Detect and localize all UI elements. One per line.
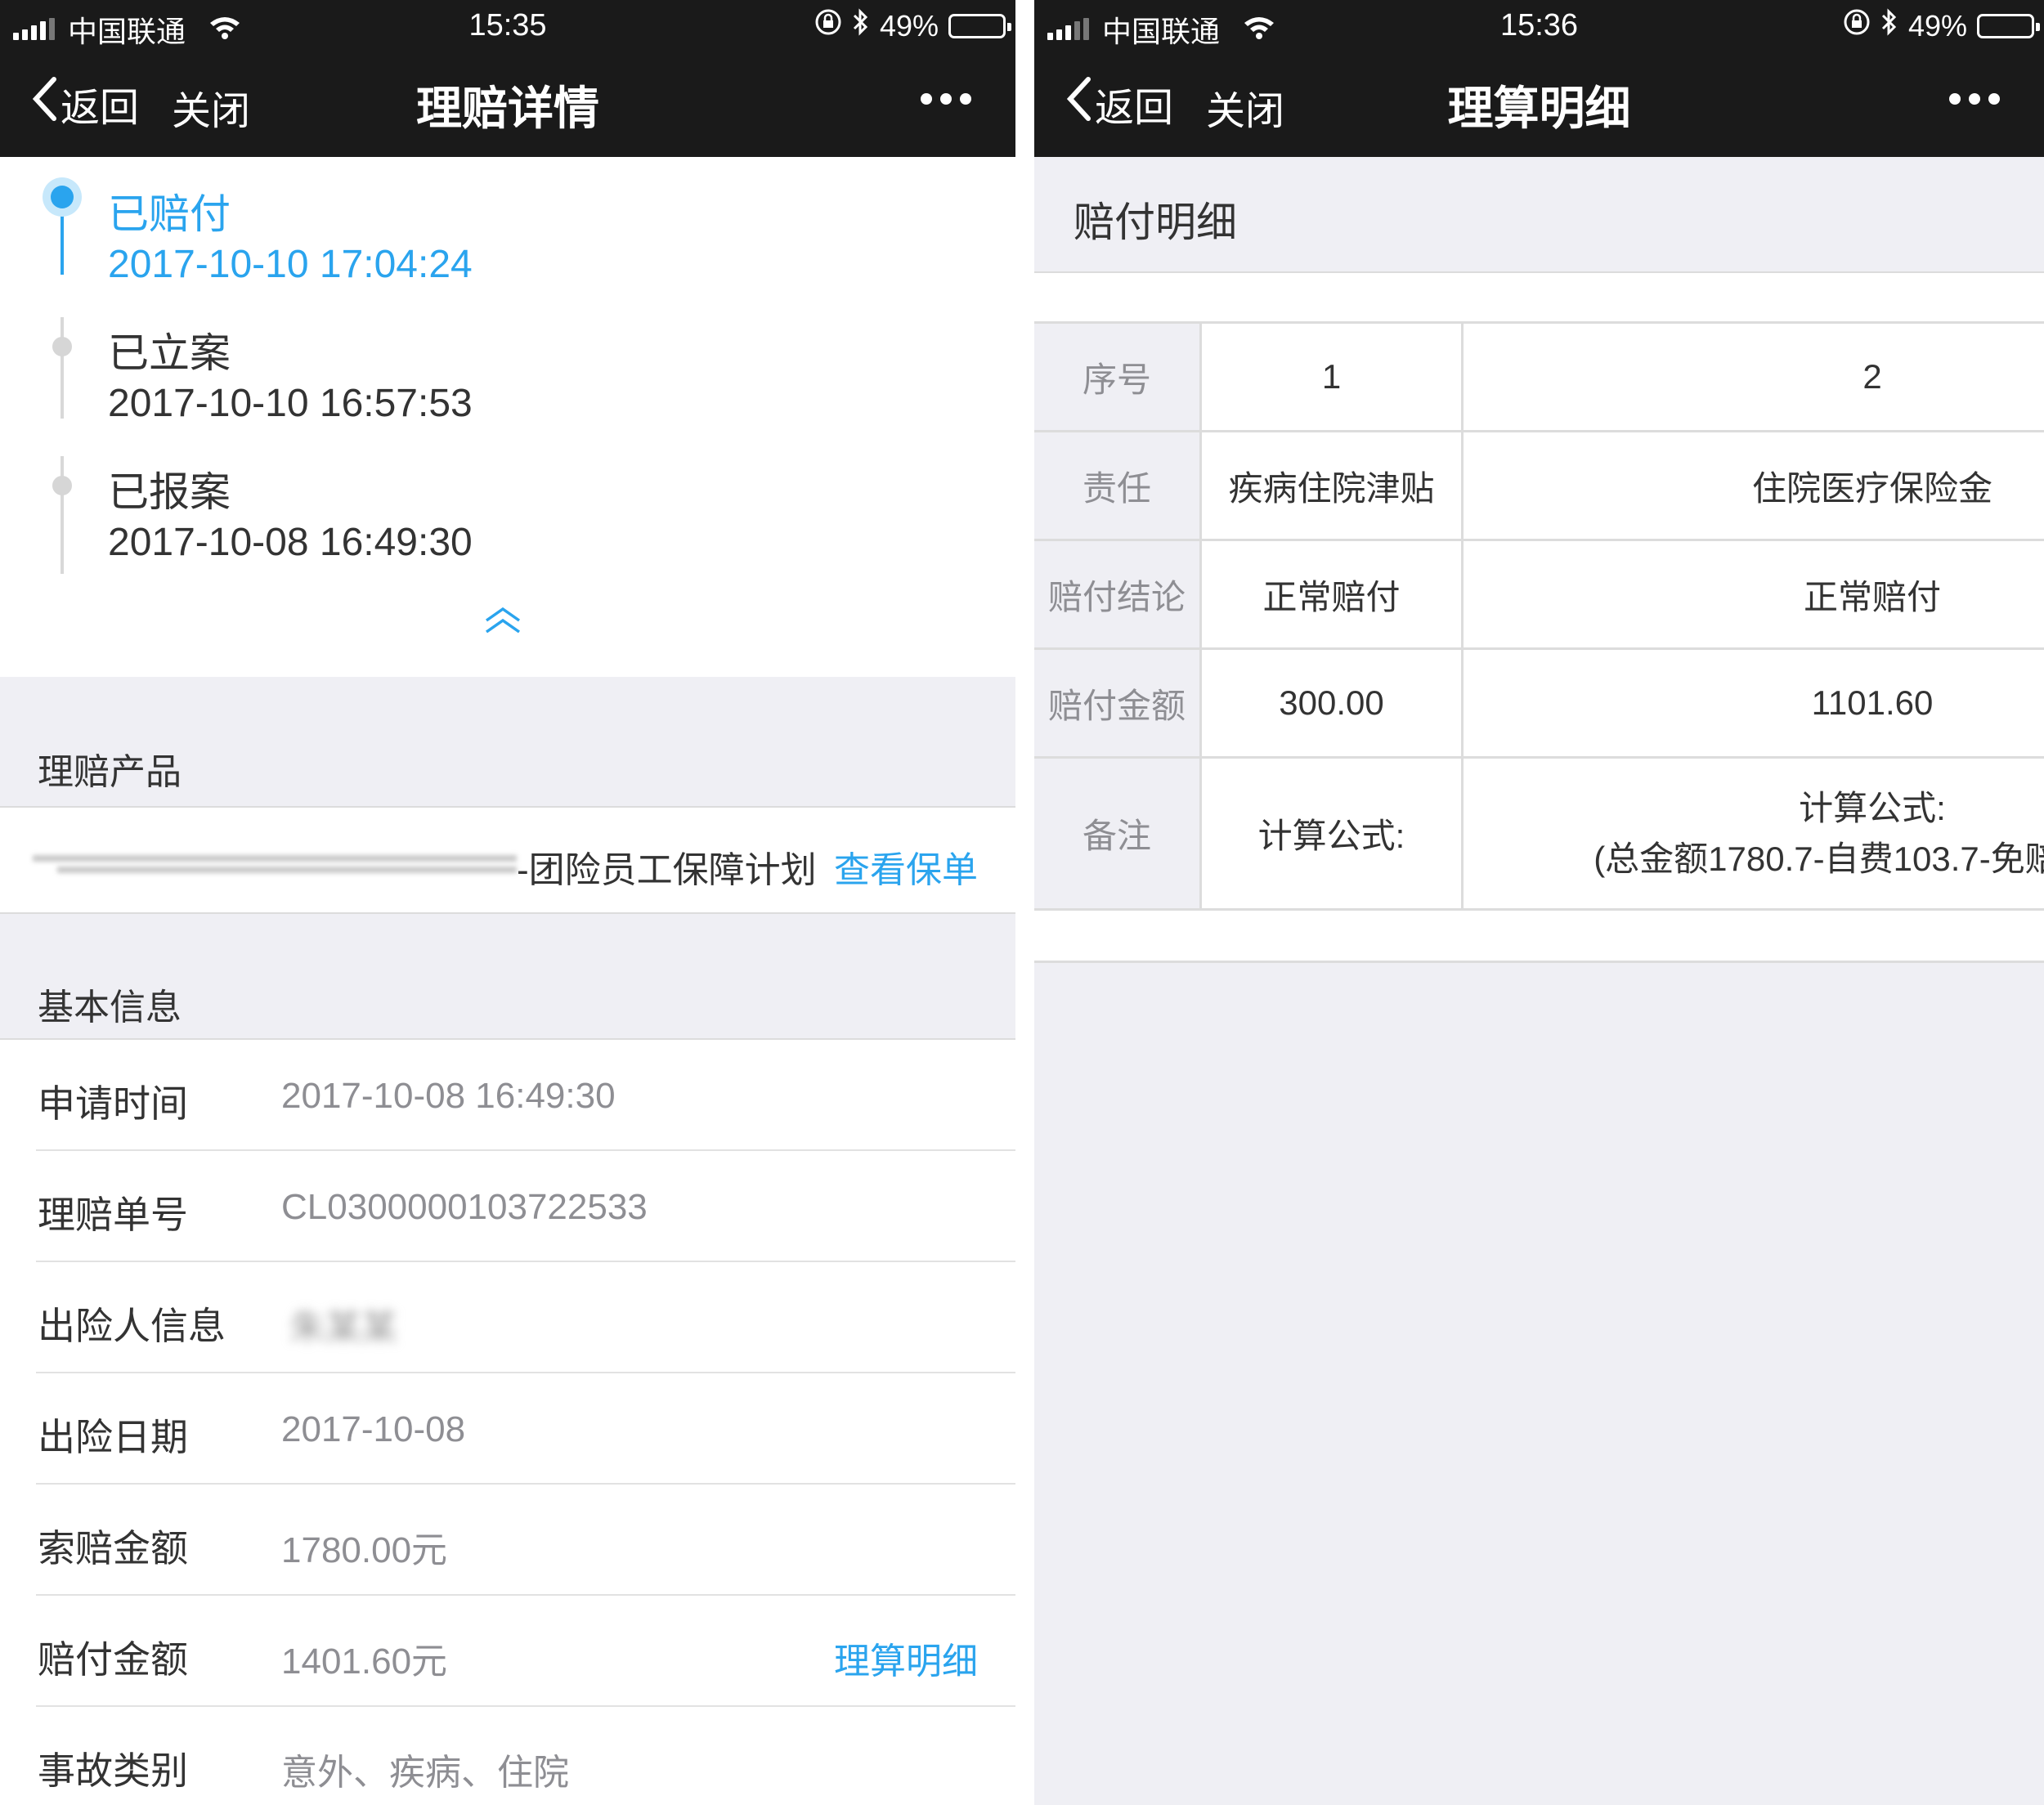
timeline-time: 2017-10-10 17:04:24 [108, 243, 473, 286]
table-cell: 疾病住院津贴 [1202, 432, 1464, 539]
navigation-bar: 返回 关闭 理算明细 [1034, 51, 2044, 157]
page-title: 理赔详情 [416, 83, 599, 134]
battery-percent: 49% [879, 8, 939, 43]
info-label: 理赔单号 [38, 1194, 188, 1236]
row-header: 责任 [1034, 432, 1202, 539]
info-row-claim-number: 理赔单号 CL0300000103722533 [0, 1151, 1015, 1262]
row-header: 备注 [1034, 759, 1202, 908]
info-label: 申请时间 [38, 1082, 188, 1125]
info-value: 1401.60元 [281, 1642, 448, 1682]
top-bar: 中国联通 15:35 49% 返回 关闭 理赔详情 [0, 0, 1015, 157]
info-row-incident-date: 出险日期 2017-10-08 [0, 1373, 1015, 1485]
section-title: 赔付明细 [1074, 199, 1237, 245]
info-value: 意外、疾病、住院 [281, 1753, 569, 1793]
settlement-detail-screen: 中国联通 15:36 49% 返回 关闭 理算明细 赔付明细 序号 1 2 责任… [1034, 0, 2044, 1805]
page-title: 理算明细 [1447, 83, 1631, 134]
info-row-paid-amount: 赔付金额 1401.60元 理算明细 [0, 1596, 1015, 1707]
table-top-spacer [1034, 273, 2044, 324]
section-title: 基本信息 [38, 988, 182, 1028]
formula-label: 计算公式: [1799, 788, 1946, 827]
info-label: 索赔金额 [38, 1527, 188, 1570]
row-header: 赔付结论 [1034, 541, 1202, 647]
chevron-up-icon[interactable] [483, 604, 522, 641]
info-label: 赔付金额 [38, 1638, 188, 1681]
redacted-company-name [33, 839, 517, 889]
section-title: 理赔产品 [38, 752, 182, 792]
bluetooth-icon [1880, 8, 1898, 43]
info-label: 出险日期 [38, 1416, 188, 1458]
settlement-detail-link[interactable]: 理算明细 [834, 1632, 978, 1684]
timeline-time: 2017-10-08 16:49:30 [108, 521, 473, 564]
table-cell: 正常赔付 [1803, 577, 1941, 616]
payment-detail-header: 赔付明细 [1034, 157, 2044, 273]
info-row-apply-time: 申请时间 2017-10-08 16:49:30 [0, 1040, 1015, 1151]
table-row: 责任 疾病住院津贴 住院医疗保险金 [1034, 432, 2044, 541]
product-row: -团险员工保障计划 查看保单 [0, 808, 1015, 914]
table-cell: 300.00 [1202, 650, 1464, 756]
formula-text: (总金额1780.7-自费103.7-免赔额300 [1594, 839, 2044, 878]
rotation-lock-icon [814, 8, 842, 43]
battery-percent: 49% [1907, 8, 1967, 43]
table-row: 赔付金额 300.00 1101.60 [1034, 650, 2044, 759]
product-name: -团险员工保障计划 [517, 850, 817, 890]
table-row: 赔付结论 正常赔付 正常赔付 [1034, 541, 2044, 650]
status-bar: 中国联通 15:35 49% [0, 0, 1015, 51]
info-value: 2017-10-08 16:49:30 [281, 1076, 616, 1116]
info-value: 2017-10-08 [281, 1409, 466, 1449]
bluetooth-icon [852, 8, 870, 43]
claim-detail-screen: 中国联通 15:35 49% 返回 关闭 理赔详情 已赔付 2017-10-10… [0, 0, 1015, 1805]
timeline-dot [52, 337, 72, 356]
info-label: 出险人信息 [38, 1305, 226, 1347]
screenshot-divider [1015, 0, 1034, 1805]
info-value: CL0300000103722533 [281, 1187, 648, 1227]
row-header: 赔付金额 [1034, 650, 1202, 756]
timeline-status: 已赔付 [108, 191, 231, 237]
table-row: 备注 计算公式: 计算公式: (总金额1780.7-自费103.7-免赔额300 [1034, 759, 2044, 911]
info-row-insured-person: 出险人信息 朱某某 [0, 1262, 1015, 1373]
top-bar: 中国联通 15:36 49% 返回 关闭 理算明细 [1034, 0, 2044, 157]
info-value: 朱某某 [289, 1308, 397, 1348]
table-row: 序号 1 2 [1034, 324, 2044, 432]
timeline-dot [52, 476, 72, 495]
table-cell: 2 [1862, 357, 1882, 396]
more-menu-icon[interactable] [921, 93, 971, 105]
info-row-claim-amount: 索赔金额 1780.00元 [0, 1485, 1015, 1596]
navigation-bar: 返回 关闭 理赔详情 [0, 51, 1015, 157]
table-cell: 1101.60 [1811, 683, 1934, 722]
table-cell: 计算公式: (总金额1780.7-自费103.7-免赔额300 [1464, 759, 2044, 908]
info-row-accident-type: 事故类别 意外、疾病、住院 [0, 1707, 1015, 1805]
basic-info-section-header: 基本信息 [0, 914, 1015, 1040]
table-cell: 1 [1202, 324, 1464, 430]
table-cell: 计算公式: [1202, 759, 1464, 908]
battery-icon [948, 13, 1011, 38]
product-section-header: 理赔产品 [0, 677, 1015, 808]
timeline-status: 已立案 [108, 330, 231, 376]
view-policy-link[interactable]: 查看保单 [834, 840, 978, 893]
timeline-time: 2017-10-10 16:57:53 [108, 382, 473, 425]
info-value: 1780.00元 [281, 1530, 448, 1570]
table-bottom-spacer [1034, 911, 2044, 963]
claim-timeline: 已赔付 2017-10-10 17:04:24 已立案 2017-10-10 1… [0, 157, 1015, 677]
battery-icon [1977, 13, 2040, 38]
info-label: 事故类别 [38, 1749, 188, 1792]
timeline-dot-active [43, 177, 82, 217]
row-header: 序号 [1034, 324, 1202, 430]
table-cell: 住院医疗保险金 [1751, 468, 1992, 508]
table-cell: 正常赔付 [1202, 541, 1464, 647]
timeline-status: 已报案 [108, 469, 231, 515]
rotation-lock-icon [1843, 8, 1871, 43]
more-menu-icon[interactable] [1949, 93, 2000, 105]
status-bar: 中国联通 15:36 49% [1034, 0, 2044, 51]
